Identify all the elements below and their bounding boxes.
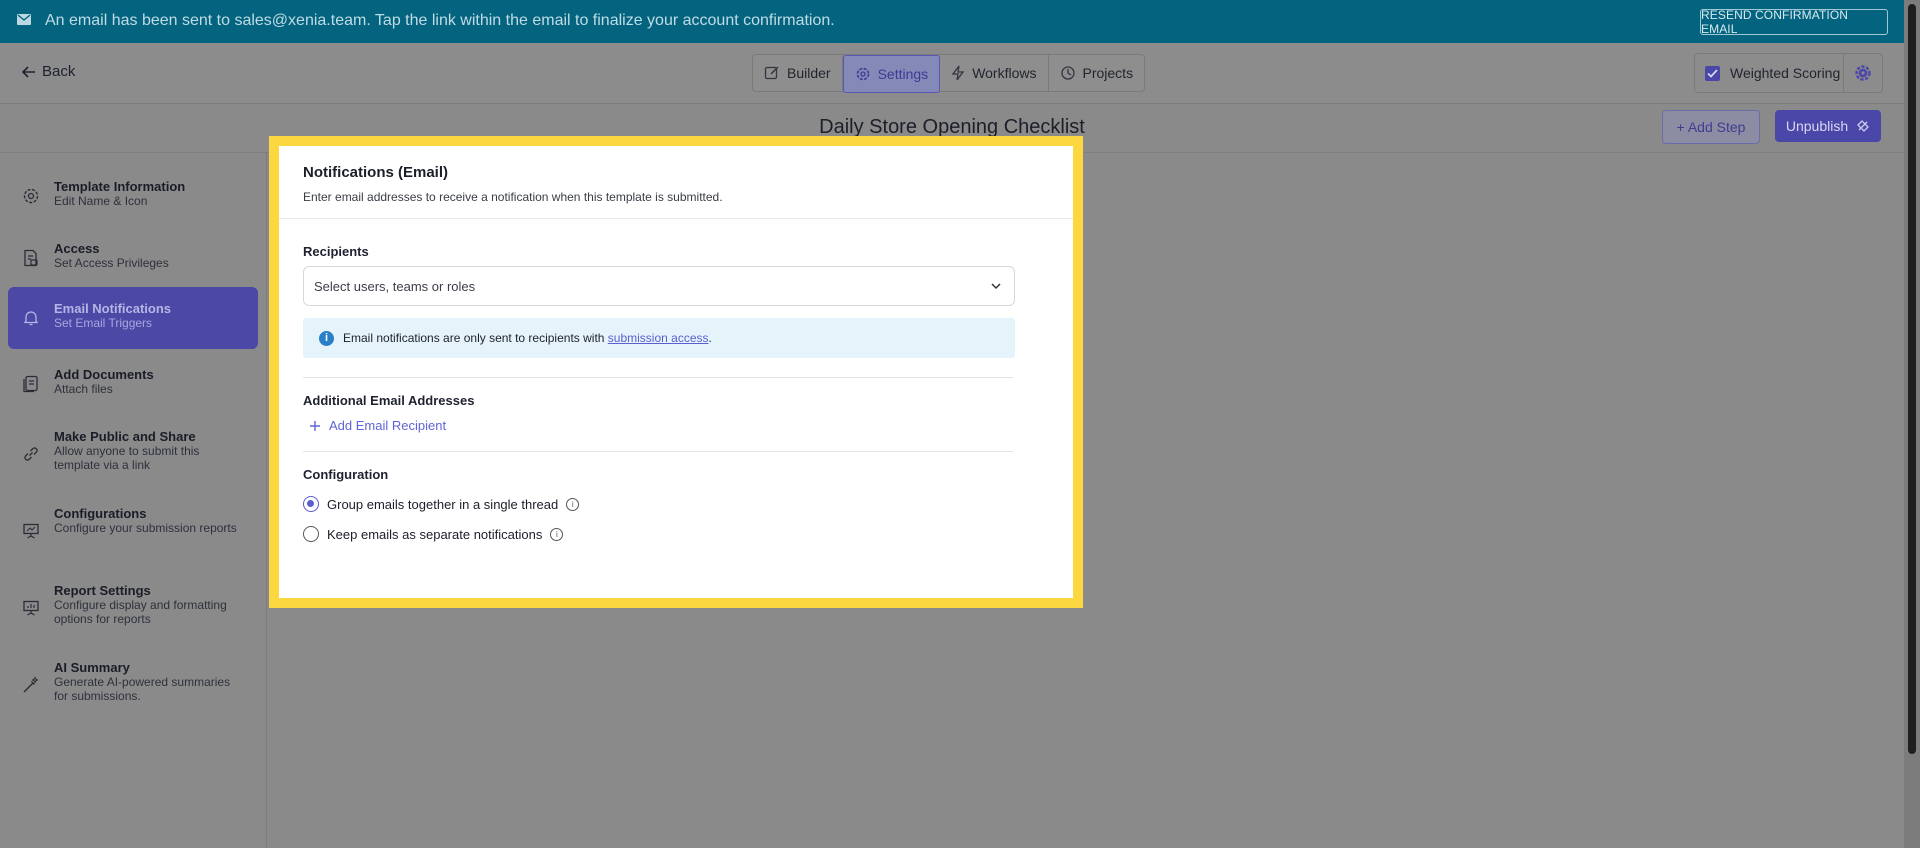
info-callout: i Email notifications are only sent to r… [303,318,1015,358]
radio-button[interactable] [303,526,319,542]
radio-button[interactable] [303,496,319,512]
sidebar-item-title: Add Documents [54,367,154,382]
radio-separate-emails[interactable]: Keep emails as separate notifications i [303,526,564,542]
documents-icon [23,375,38,393]
unpublish-icon [1857,120,1870,132]
info-hint-icon[interactable]: i [566,497,580,511]
add-email-recipient-label: Add Email Recipient [329,418,447,433]
top-header: Back Builder Settings Workflows Projects… [0,43,1904,104]
banner-message: An email has been sent to sales@xenia.te… [45,12,835,29]
recipients-select[interactable]: Select users, teams or roles [303,266,1015,306]
sidebar-item-subtitle: Edit Name & Icon [54,194,148,208]
arrow-left-icon [22,65,35,78]
submission-access-link[interactable]: submission access [608,331,709,345]
divider [279,218,1073,219]
link-icon [24,447,38,461]
bell-icon [23,311,39,326]
checkmark-icon [1707,68,1718,78]
divider [303,451,1013,452]
builder-tabs: Builder Settings Workflows Projects [752,54,1146,93]
tab-label: Workflows [972,65,1037,81]
sidebar-item-title: Make Public and Share [54,429,196,444]
tab-builder[interactable]: Builder [753,55,843,91]
gear-icon [856,67,869,81]
sidebar-item-add-documents[interactable]: Add Documents Attach files [8,363,258,403]
sidebar-item-title: Access [54,241,100,256]
sidebar-item-title: Report Settings [54,583,151,598]
unpublish-label: Unpublish [1785,118,1849,134]
sidebar-item-make-public-and-share[interactable]: Make Public and Share Allow anyone to su… [8,425,258,479]
info-text: Email notifications are only sent to rec… [343,331,712,345]
sidebar-item-subtitle: Allow anyone to submit this template via… [54,444,200,472]
tab-projects[interactable]: Projects [1049,55,1145,91]
tab-label: Projects [1082,65,1134,81]
tab-label: Builder [787,65,831,81]
chevron-down-icon [991,283,1001,290]
sidebar-item-configurations[interactable]: Configurations Configure your submission… [8,502,258,556]
sidebar-item-subtitle: Configure your submission reports [54,521,237,535]
weighted-scoring-checkbox[interactable] [1705,65,1720,81]
unpublish-button[interactable]: Unpublish [1775,110,1881,142]
report-icon [23,600,39,616]
additional-email-label: Additional Email Addresses [303,393,475,408]
scoring-settings-button[interactable] [1843,53,1883,93]
sidebar-item-ai-summary[interactable]: AI Summary Generate AI-powered summaries… [8,656,258,710]
info-icon: i [319,331,334,346]
info-message: Email notifications are only sent to rec… [343,331,608,345]
add-email-recipient-button[interactable]: Add Email Recipient [309,418,446,433]
sidebar-item-title: AI Summary [54,660,130,675]
sidebar-item-subtitle: Attach files [54,382,113,396]
radio-label: Group emails together in a single thread [327,496,559,512]
email-notifications-panel: Notifications (Email) Enter email addres… [279,146,1073,598]
sidebar-item-title: Email Notifications [54,301,172,316]
sidebar-item-subtitle: Configure display and formatting options… [54,598,227,626]
sidebar-item-subtitle: Set Email Triggers [54,316,153,330]
add-step-button[interactable]: + Add Step [1662,110,1760,144]
radio-label: Keep emails as separate notifications [327,526,543,542]
edit-icon [764,66,779,80]
radio-group-emails[interactable]: Group emails together in a single thread… [303,496,580,512]
sidebar-item-title: Configurations [54,506,147,521]
panel-title: Notifications (Email) [303,164,449,181]
sidebar-item-title: Template Information [54,179,186,194]
sidebar-item-access[interactable]: Access Set Access Privileges [8,237,258,277]
info-hint-icon[interactable]: i [550,527,564,541]
sidebar-item-subtitle: Generate AI-powered summaries for submis… [54,675,231,703]
sidebar-item-email-notifications[interactable]: Email Notifications Set Email Triggers [8,287,258,349]
lightning-icon [951,65,965,81]
confirmation-banner: An email has been sent to sales@xenia.te… [0,0,1904,43]
clock-icon [1060,66,1075,80]
plus-icon [310,420,320,431]
sidebar-item-report-settings[interactable]: Report Settings Configure display and fo… [8,579,258,633]
divider [303,377,1013,378]
tab-workflows[interactable]: Workflows [940,55,1049,91]
tab-label: Settings [877,66,929,82]
recipients-label: Recipients [303,244,369,259]
magic-wand-icon [23,676,39,693]
configuration-label: Configuration [303,467,389,482]
scrollbar-thumb[interactable] [1908,4,1916,754]
resend-confirmation-button[interactable]: RESEND CONFIRMATION EMAIL [1700,8,1888,36]
weighted-scoring-label: Weighted Scoring [1730,65,1841,81]
settings-sidebar: Template Information Edit Name & Icon Ac… [0,153,267,848]
page-scrollbar[interactable] [1904,0,1920,848]
back-label: Back [42,63,76,80]
gear-icon [1855,65,1871,81]
mail-icon [17,14,31,25]
recipients-placeholder: Select users, teams or roles [314,279,476,294]
sidebar-item-subtitle: Set Access Privileges [54,256,169,270]
gear-icon [23,188,39,204]
info-suffix: . [708,331,712,345]
sidebar-item-template-information[interactable]: Template Information Edit Name & Icon [8,175,258,215]
panel-subtitle: Enter email addresses to receive a notif… [303,190,723,204]
tab-settings[interactable]: Settings [842,55,941,93]
presentation-icon [23,523,39,539]
weighted-scoring-toggle[interactable]: Weighted Scoring [1694,53,1844,93]
back-button[interactable]: Back [22,63,75,80]
document-lock-icon [24,249,38,267]
